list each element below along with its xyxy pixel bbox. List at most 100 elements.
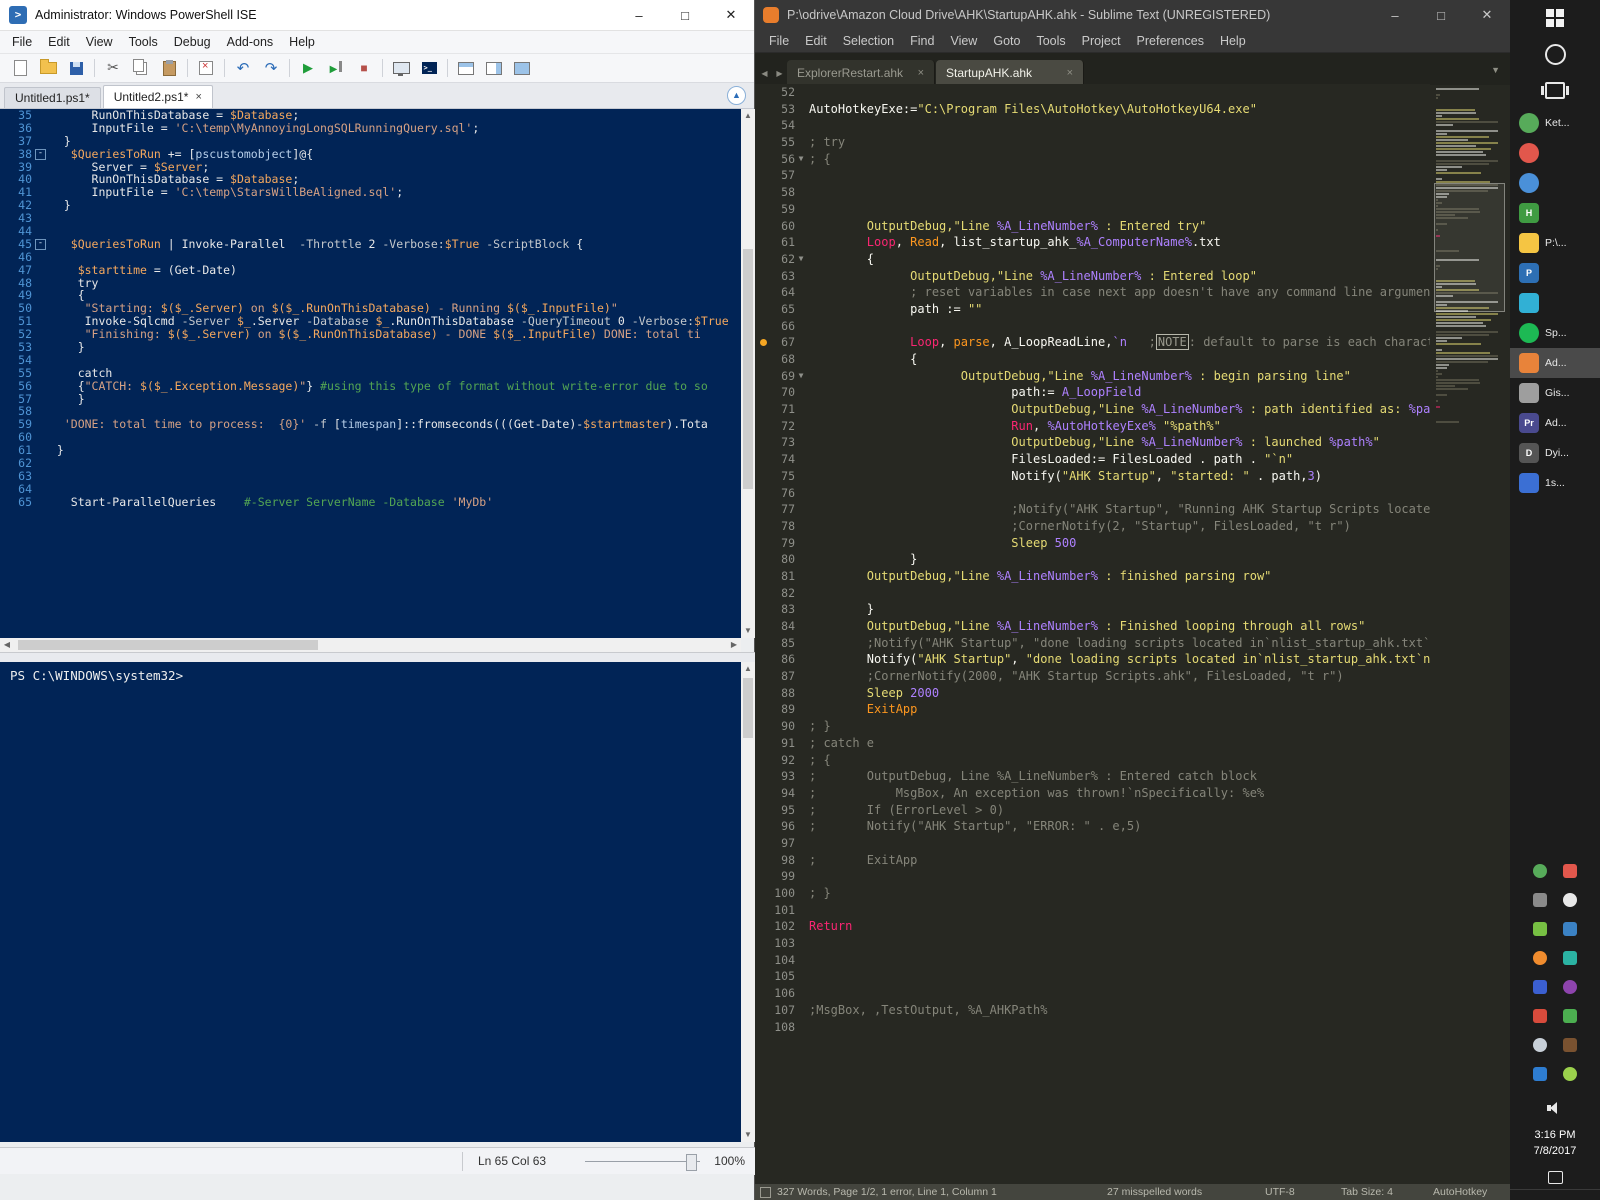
copy-button[interactable] (128, 57, 154, 79)
code-line[interactable]: 105 (755, 968, 1430, 985)
code-line[interactable]: 45- $QueriesToRun | Invoke-Parallel -Thr… (0, 238, 741, 251)
tray-icon[interactable] (1563, 951, 1577, 965)
code-line[interactable]: 57 } (0, 393, 741, 406)
code-line[interactable]: 84 OutputDebug,"Line %A_LineNumber% : Fi… (755, 618, 1430, 635)
code-line[interactable]: 77 ;Notify("AHK Startup", "Running AHK S… (755, 501, 1430, 518)
show-script-pane-right-button[interactable] (481, 57, 507, 79)
sublime-minimize-button[interactable]: – (1372, 0, 1418, 30)
code-line[interactable]: 74 FilesLoaded:= FilesLoaded . path . "`… (755, 451, 1430, 468)
code-line[interactable]: 100; } (755, 885, 1430, 902)
code-line[interactable]: 59 'DONE: total time to process: {0}' -f… (0, 418, 741, 431)
tray-icon[interactable] (1563, 980, 1577, 994)
code-line[interactable]: 90; } (755, 718, 1430, 735)
scroll-right-arrow-icon[interactable]: ▶ (727, 638, 741, 652)
menu-item-selection[interactable]: Selection (835, 32, 902, 50)
misspelled-words-status[interactable]: 27 misspelled words (1107, 1186, 1202, 1198)
minimap-viewport[interactable] (1434, 183, 1505, 312)
code-line[interactable]: 47 $starttime = (Get-Date) (0, 264, 741, 277)
undo-button[interactable] (230, 57, 256, 79)
code-line[interactable]: 93; OutputDebug, Line %A_LineNumber% : E… (755, 768, 1430, 785)
menu-item-help[interactable]: Help (1212, 32, 1254, 50)
menu-item-goto[interactable]: Goto (985, 32, 1028, 50)
zoom-slider-thumb[interactable] (686, 1154, 697, 1171)
code-line[interactable]: 89 ExitApp (755, 701, 1430, 718)
taskbar-app-button[interactable]: DDyi... (1510, 438, 1600, 468)
fold-arrow-icon[interactable]: ▼ (795, 251, 807, 268)
tray-icon[interactable] (1533, 1067, 1547, 1081)
code-line[interactable]: 73 OutputDebug,"Line %A_LineNumber% : la… (755, 434, 1430, 451)
code-line[interactable]: 53 } (0, 341, 741, 354)
scroll-up-arrow-icon[interactable]: ▲ (741, 109, 755, 123)
code-line[interactable]: 56 {"CATCH: $($_.Exception.Message)"} #u… (0, 380, 741, 393)
tab-overflow-icon[interactable]: ▼ (1491, 65, 1500, 75)
code-line[interactable]: 52 (755, 84, 1430, 101)
menu-item-help[interactable]: Help (281, 33, 323, 51)
code-line[interactable]: 66 (755, 318, 1430, 335)
tab-size-status[interactable]: Tab Size: 4 (1341, 1186, 1393, 1198)
code-line[interactable]: 64 ; reset variables in case next app do… (755, 284, 1430, 301)
code-line[interactable]: 48 try (0, 277, 741, 290)
code-line[interactable]: 96; Notify("AHK Startup", "ERROR: " . e,… (755, 818, 1430, 835)
tray-icon[interactable] (1563, 1038, 1577, 1052)
menu-item-file[interactable]: File (4, 33, 40, 51)
tab-untitled1-ps1[interactable]: Untitled1.ps1* (4, 87, 101, 108)
tray-icon[interactable] (1563, 922, 1577, 936)
collapse-script-pane-button[interactable]: ▲ (727, 86, 746, 105)
start-powershell-button[interactable] (416, 57, 442, 79)
code-line[interactable]: 79 Sleep 500 (755, 535, 1430, 552)
code-line[interactable]: 99 (755, 868, 1430, 885)
code-line[interactable]: 65 Start-ParallelQueries #-Server Server… (0, 496, 741, 509)
code-line[interactable]: 95; If (ErrorLevel > 0) (755, 802, 1430, 819)
start-button[interactable] (1510, 0, 1600, 36)
menu-item-project[interactable]: Project (1074, 32, 1129, 50)
tray-icon[interactable] (1533, 864, 1547, 878)
fold-toggle-icon[interactable]: - (35, 239, 46, 250)
code-line[interactable]: 102Return (755, 918, 1430, 935)
ise-minimize-button[interactable]: – (616, 0, 662, 30)
code-line[interactable]: 92; { (755, 752, 1430, 769)
show-desktop-button[interactable] (1510, 1189, 1600, 1200)
sublime-close-button[interactable]: ✕ (1464, 0, 1510, 30)
taskbar-app-button[interactable]: Ket... (1510, 108, 1600, 138)
ise-console-pane[interactable]: PS C:\WINDOWS\system32> (0, 662, 741, 1142)
code-line[interactable]: 88 Sleep 2000 (755, 685, 1430, 702)
code-line[interactable]: 63 OutputDebug,"Line %A_LineNumber% : En… (755, 268, 1430, 285)
new-remote-powershell-tab-button[interactable] (388, 57, 414, 79)
syntax-status[interactable]: AutoHotkey (1433, 1186, 1487, 1198)
tab-close-icon[interactable]: × (195, 91, 201, 103)
code-line[interactable]: 53AutoHotkeyExe:="C:\Program Files\AutoH… (755, 101, 1430, 118)
code-line[interactable]: 52 "Finishing: $($_.Server) on $($_.RunO… (0, 328, 741, 341)
code-line[interactable]: 80 } (755, 551, 1430, 568)
menu-item-view[interactable]: View (942, 32, 985, 50)
menu-item-view[interactable]: View (78, 33, 121, 51)
tray-icon[interactable] (1533, 1038, 1547, 1052)
task-view-button[interactable] (1510, 72, 1600, 108)
tab-close-icon[interactable]: × (1067, 67, 1073, 79)
code-line[interactable]: 91; catch e (755, 735, 1430, 752)
taskbar-app-button[interactable] (1510, 138, 1600, 168)
code-line[interactable]: 101 (755, 902, 1430, 919)
code-line[interactable]: 76 (755, 485, 1430, 502)
menu-item-find[interactable]: Find (902, 32, 942, 50)
taskbar-clock[interactable]: 3:16 PM 7/8/2017 (1510, 1123, 1600, 1165)
sublime-editor[interactable]: 5253AutoHotkeyExe:="C:\Program Files\Aut… (755, 84, 1430, 1184)
code-line[interactable]: 57 (755, 167, 1430, 184)
code-line[interactable]: 63 (0, 470, 741, 483)
ise-editor-horizontal-scrollbar[interactable]: ◀ ▶ (0, 638, 741, 652)
encoding-status[interactable]: UTF-8 (1265, 1186, 1295, 1198)
code-line[interactable]: 87 ;CornerNotify(2000, "AHK Startup Scri… (755, 668, 1430, 685)
new-script-button[interactable] (7, 57, 33, 79)
ise-console-vertical-scrollbar[interactable]: ▲ ▼ (741, 662, 755, 1142)
code-line[interactable]: 106 (755, 985, 1430, 1002)
code-line[interactable]: 61 } (0, 444, 741, 457)
code-line[interactable]: 55; try (755, 134, 1430, 151)
menu-item-edit[interactable]: Edit (797, 32, 835, 50)
paste-button[interactable] (156, 57, 182, 79)
menu-item-tools[interactable]: Tools (121, 33, 166, 51)
action-center-button[interactable] (1510, 1165, 1600, 1189)
tab-close-icon[interactable]: × (918, 67, 924, 79)
code-line[interactable]: 61 Loop, Read, list_startup_ahk_%A_Compu… (755, 234, 1430, 251)
scrollbar-thumb[interactable] (743, 678, 753, 738)
code-line[interactable]: 86 Notify("AHK Startup", "done loading s… (755, 651, 1430, 668)
run-selection-button[interactable] (323, 57, 349, 79)
